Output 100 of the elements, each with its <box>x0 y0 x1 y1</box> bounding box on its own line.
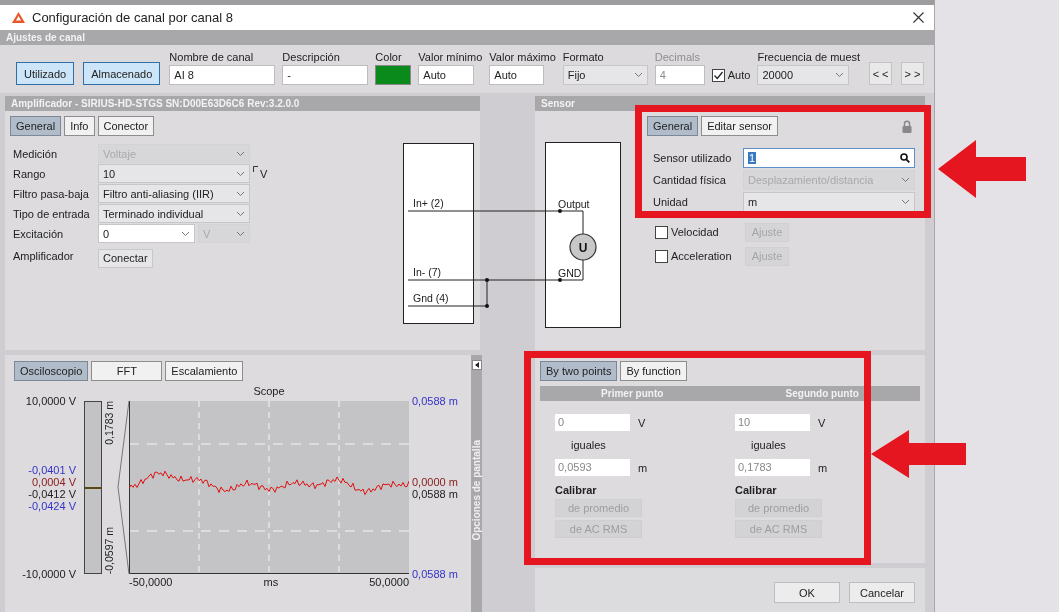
chevron-icon <box>236 230 245 237</box>
lock-icon <box>902 119 912 133</box>
input-field[interactable]: 10 <box>735 414 810 431</box>
text-field[interactable]: - <box>282 65 369 85</box>
nav-button[interactable]: < < <box>869 62 893 85</box>
dropdown[interactable]: Filtro anti-aliasing (IIR) <box>98 184 250 203</box>
field-label: Nombre de canal <box>169 51 255 63</box>
chevron-icon <box>236 210 245 217</box>
range-label: 0,1783 m <box>102 401 115 445</box>
chart-title: Scope <box>252 385 286 399</box>
row-label: Tipo de entrada <box>13 207 91 220</box>
column-heading: Primer punto <box>601 387 664 401</box>
tab[interactable]: Info <box>64 116 95 136</box>
arrow-icon <box>871 430 966 478</box>
cursor-value: -0,0412 V <box>28 487 76 500</box>
equals-label: iguales <box>750 438 787 453</box>
text-field[interactable]: Auto <box>489 65 545 85</box>
chevron-icon <box>181 230 190 237</box>
range-bar[interactable] <box>84 401 102 574</box>
toggle-button[interactable]: Utilizado <box>16 62 75 85</box>
axis-label: 50,0000 <box>369 576 409 590</box>
cursor-value: 0,0004 V <box>31 475 76 488</box>
dialog-button[interactable]: Cancelar <box>849 582 915 603</box>
axis-label: 10,0000 V <box>25 395 76 407</box>
row-label: Amplificador <box>13 250 75 262</box>
unit-label: m <box>818 461 828 474</box>
tab[interactable]: By function <box>620 361 687 381</box>
corner-icon <box>253 166 258 172</box>
dropdown[interactable]: Fijo <box>562 65 648 85</box>
nav-button[interactable]: > > <box>901 62 924 85</box>
field-label: Color <box>375 51 403 63</box>
tab[interactable]: General <box>647 116 699 136</box>
tab[interactable]: Escalamiento <box>165 361 244 381</box>
toggle-button[interactable]: Almacenado <box>83 62 161 85</box>
axis-label: -10,0000 V <box>22 568 76 580</box>
calibrate-label: Calibrar <box>555 484 598 496</box>
section-header: Ajustes de canal <box>0 30 934 45</box>
axis-value: 0,0588 m <box>412 487 458 500</box>
tab[interactable]: General <box>10 116 62 136</box>
row-label: Filtro pasa-baja <box>13 187 90 200</box>
equals-label: iguales <box>570 438 607 453</box>
tab[interactable]: Conector <box>97 116 155 136</box>
chevron-icon <box>901 199 910 205</box>
input-field[interactable]: 0,0593 <box>555 459 630 476</box>
row-label: Excitación <box>13 227 65 240</box>
cursor-value: -0,0401 V <box>28 463 76 476</box>
axis-value: 0,0588 m <box>412 568 458 580</box>
window-title: Configuración de canal por canal 8 <box>32 10 234 25</box>
color-swatch[interactable] <box>375 65 412 85</box>
axis-value: 0,0588 m <box>412 395 458 407</box>
dropdown[interactable]: 0 <box>98 224 195 243</box>
tab[interactable]: FFT <box>91 361 163 381</box>
checkbox[interactable]: Auto <box>711 65 751 85</box>
panel-header: Amplificador - SIRIUS-HD-STGS SN:D00E63D6C6 Rev:3.2.0.0 <box>5 96 480 111</box>
dropdown[interactable]: Terminado individual <box>98 204 250 223</box>
dropdown[interactable]: m <box>743 192 915 212</box>
tab[interactable]: Osciloscopio <box>14 361 89 381</box>
chevron-icon <box>835 72 845 78</box>
calibrate-label: Calibrar <box>735 484 778 496</box>
dialog-button[interactable]: OK <box>774 582 840 603</box>
axis-unit: ms <box>263 576 279 590</box>
input-field[interactable]: 0 <box>555 414 630 431</box>
unit-label: V <box>260 167 268 180</box>
field-label: Descripción <box>282 51 341 63</box>
dropdown[interactable]: 20000 <box>757 65 850 85</box>
tab[interactable]: By two points <box>540 361 618 381</box>
checkmark-icon <box>712 69 724 81</box>
unit-label: V <box>818 416 826 429</box>
field-label: Decimals <box>654 51 701 63</box>
search-field[interactable]: 1 <box>743 148 915 168</box>
search-icon <box>900 153 910 163</box>
connect-button[interactable]: Conectar <box>98 248 153 268</box>
chevron-icon <box>633 72 643 78</box>
arrow-icon <box>938 140 1026 198</box>
chevron-icon <box>236 150 245 157</box>
dropdown[interactable]: 10 <box>98 164 250 183</box>
logo-icon <box>12 12 25 23</box>
row-label: Cantidad física <box>652 174 727 186</box>
close-icon[interactable] <box>913 12 924 23</box>
chevron-icon <box>236 170 245 177</box>
field-label: Valor mínimo <box>418 51 483 63</box>
circuit-drawing: U In+ (2) In- (7) Gnd (4) Output GND <box>400 139 625 331</box>
cursor-value: -0,0424 V <box>28 499 76 512</box>
checkbox[interactable]: Velocidad <box>655 222 745 242</box>
row-label: Medición <box>13 147 59 160</box>
checkbox[interactable]: Acceleration <box>655 246 745 266</box>
column-heading: Segundo punto <box>785 387 859 401</box>
unit-label: V <box>638 416 646 429</box>
axis-value: 0,0000 m <box>412 475 458 488</box>
text-field[interactable]: Auto <box>418 65 475 85</box>
field-label: Formato <box>562 51 605 63</box>
row-label: Sensor utilizado <box>652 152 733 164</box>
tab[interactable]: Editar sensor <box>701 116 778 136</box>
row-label: Rango <box>13 167 47 180</box>
input-field[interactable]: 0,1783 <box>735 459 810 476</box>
row-label: Unidad <box>652 196 689 208</box>
text-field[interactable]: AI 8 <box>169 65 276 85</box>
chevron-icon <box>236 190 245 197</box>
collapse-button[interactable] <box>471 360 482 370</box>
side-label: Opciones de pantalla <box>471 440 482 541</box>
